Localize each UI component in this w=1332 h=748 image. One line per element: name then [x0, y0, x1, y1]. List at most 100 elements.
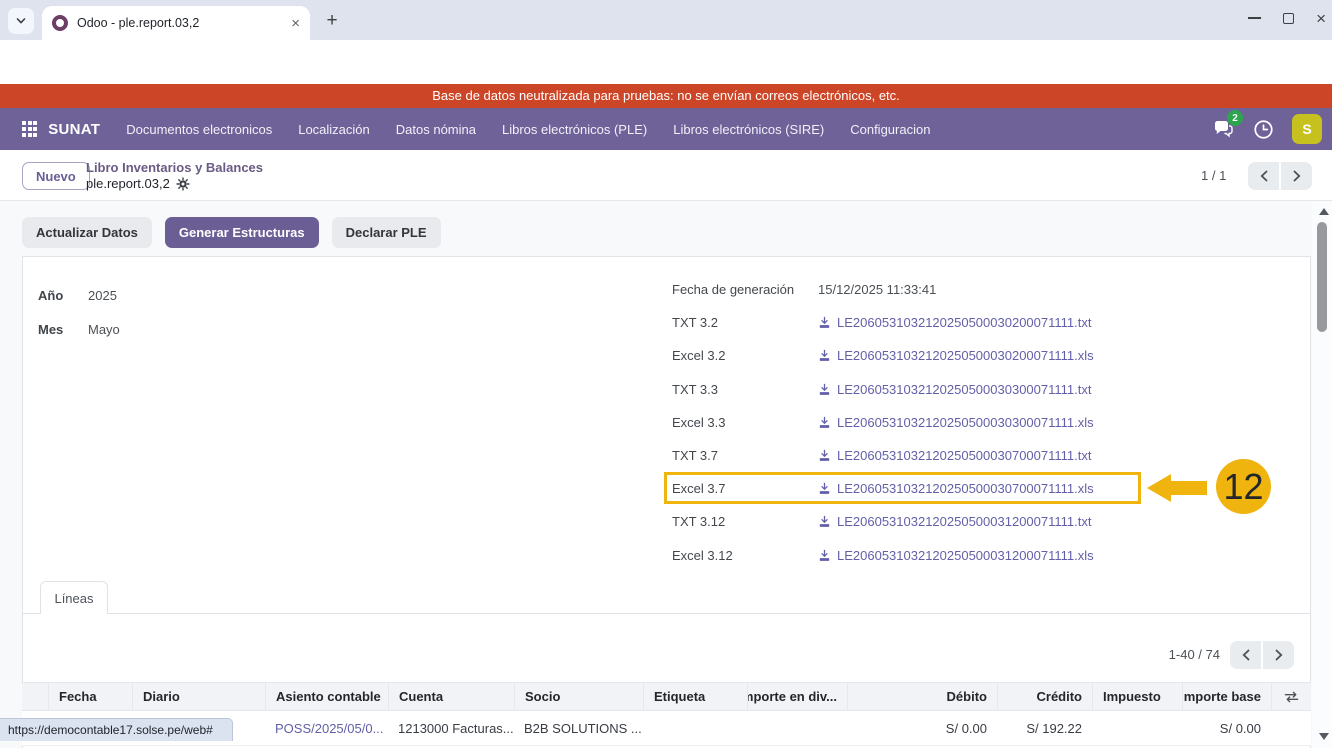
app-brand[interactable]: SUNAT [48, 121, 100, 138]
month-label: Mes [38, 322, 63, 337]
tab-lineas[interactable]: Líneas [40, 581, 108, 614]
menu-libros-electronicos-ple[interactable]: Libros electrónicos (PLE) [502, 122, 647, 137]
record-pager [1248, 162, 1312, 190]
pager-previous-button[interactable] [1248, 162, 1279, 190]
menu-localizacion[interactable]: Localización [298, 122, 370, 137]
cell-importe-en-divisa[interactable] [747, 711, 847, 745]
header-importe-en-divisa[interactable]: Importe en div... [747, 683, 847, 710]
header-select[interactable] [22, 683, 48, 710]
cell-importe-base[interactable]: S/ 0.00 [1182, 711, 1271, 745]
chevron-right-icon [1292, 170, 1302, 182]
generation-date-value: 15/12/2025 11:33:41 [818, 282, 936, 297]
file-download-link[interactable]: LE2060531032120250500030300071111.xls [818, 415, 1094, 430]
header-fecha[interactable]: Fecha [48, 683, 132, 710]
download-file-icon [818, 349, 831, 362]
file-download-link[interactable]: LE2060531032120250500030200071111.xls [818, 348, 1094, 363]
month-value[interactable]: Mayo [88, 322, 120, 337]
apps-grid-icon[interactable] [22, 121, 37, 136]
new-tab-button[interactable]: + [320, 9, 344, 33]
cell-asiento-contable[interactable]: POSS/2025/05/0... [265, 711, 388, 745]
header-cuenta[interactable]: Cuenta [388, 683, 514, 710]
chevron-left-icon [1241, 649, 1251, 661]
declarar-ple-button[interactable]: Declarar PLE [332, 217, 441, 248]
menu-libros-electronicos-sire[interactable]: Libros electrónicos (SIRE) [673, 122, 824, 137]
window-maximize-button[interactable] [1283, 13, 1294, 24]
scrollbar-up-arrow-icon[interactable] [1319, 208, 1329, 215]
file-download-link[interactable]: LE2060531032120250500031200071111.xls [818, 548, 1094, 563]
file-row-excel-33: Excel 3.3 LE2060531032120250500030300071… [672, 406, 1142, 439]
file-row-txt-32: TXT 3.2 LE206053103212025050003020007111… [672, 306, 1142, 339]
menu-datos-nomina[interactable]: Datos nómina [396, 122, 476, 137]
cell-etiqueta[interactable] [643, 711, 747, 745]
generated-files-group: Fecha de generación 15/12/2025 11:33:41 … [672, 273, 1142, 572]
header-diario[interactable]: Diario [132, 683, 265, 710]
cell-credito[interactable]: S/ 192.22 [997, 711, 1092, 745]
file-label: TXT 3.7 [672, 448, 818, 463]
menu-documentos-electronicos[interactable]: Documentos electronicos [126, 122, 272, 137]
breadcrumb[interactable]: Libro Inventarios y Balances [86, 160, 263, 175]
download-file-icon [818, 416, 831, 429]
file-row-txt-37: TXT 3.7 LE206053103212025050003070007111… [672, 439, 1142, 472]
user-avatar[interactable]: S [1292, 114, 1322, 144]
year-label: Año [38, 288, 63, 303]
download-file-icon [818, 383, 831, 396]
file-label: Excel 3.3 [672, 415, 818, 430]
cell-impuesto[interactable] [1092, 711, 1182, 745]
header-socio[interactable]: Socio [514, 683, 643, 710]
cell-socio[interactable]: B2B SOLUTIONS ... [514, 711, 643, 745]
notebook-divider [22, 613, 1311, 614]
file-download-link[interactable]: LE2060531032120250500031200071111.txt [818, 514, 1091, 529]
download-file-icon [818, 549, 831, 562]
generar-estructuras-button[interactable]: Generar Estructuras [165, 217, 319, 248]
year-value[interactable]: 2025 [88, 288, 117, 303]
file-row-excel-312: Excel 3.12 LE206053103212025050003120007… [672, 539, 1142, 572]
tab-title: Odoo - ple.report.03,2 [77, 16, 283, 30]
scrollbar-down-arrow-icon[interactable] [1319, 733, 1329, 740]
header-asiento-contable[interactable]: Asiento contable [265, 683, 388, 710]
menu-configuracion[interactable]: Configuracion [850, 122, 930, 137]
cell-debito[interactable]: S/ 0.00 [847, 711, 997, 745]
header-importe-base[interactable]: Importe base [1182, 683, 1271, 710]
header-etiqueta[interactable]: Etiqueta [643, 683, 747, 710]
cell-actions[interactable] [1271, 711, 1311, 745]
activities-clock-icon[interactable] [1252, 118, 1275, 141]
messages-button[interactable]: 2 [1211, 117, 1235, 141]
lines-pager-next-button[interactable] [1263, 641, 1294, 669]
actualizar-datos-button[interactable]: Actualizar Datos [22, 217, 152, 248]
header-impuesto[interactable]: Impuesto [1092, 683, 1182, 710]
gear-icon[interactable] [176, 177, 190, 191]
status-bar-url: https://democontable17.solse.pe/web# [0, 718, 233, 741]
lines-pager-count: 1-40 / 74 [1140, 647, 1220, 662]
column-settings-button[interactable] [1271, 683, 1311, 710]
lines-pager-previous-button[interactable] [1230, 641, 1261, 669]
screen: Odoo - ple.report.03,2 × + × ← → democon… [0, 0, 1332, 748]
new-record-button[interactable]: Nuevo [22, 162, 90, 190]
browser-tab[interactable]: Odoo - ple.report.03,2 × [42, 6, 310, 40]
tab-search-button[interactable] [8, 8, 34, 34]
file-download-link[interactable]: LE2060531032120250500030200071111.txt [818, 315, 1091, 330]
odoo-favicon-icon [52, 15, 68, 31]
download-file-icon [818, 515, 831, 528]
pager-next-button[interactable] [1281, 162, 1312, 190]
scrollbar-thumb[interactable] [1317, 222, 1327, 332]
file-label: TXT 3.2 [672, 315, 818, 330]
adjust-columns-icon [1284, 690, 1299, 704]
window-close-button[interactable]: × [1316, 10, 1326, 27]
header-credito[interactable]: Crédito [997, 683, 1092, 710]
download-file-icon [818, 316, 831, 329]
file-row-txt-312: TXT 3.12 LE20605310321202505000312000711… [672, 505, 1142, 538]
lines-pager [1230, 641, 1294, 669]
tab-close-icon[interactable]: × [291, 15, 300, 32]
file-download-link[interactable]: LE2060531032120250500030700071111.xls [818, 481, 1094, 496]
header-debito[interactable]: Débito [847, 683, 997, 710]
file-download-link[interactable]: LE2060531032120250500030300071111.txt [818, 382, 1091, 397]
annotation-arrow-icon [1147, 474, 1171, 502]
messages-count-badge: 2 [1227, 110, 1243, 126]
file-row-excel-37-highlighted: Excel 3.7 LE2060531032120250500030700071… [672, 472, 1142, 505]
window-minimize-button[interactable] [1248, 17, 1261, 19]
cell-cuenta[interactable]: 1213000 Facturas... [388, 711, 514, 745]
file-row-txt-33: TXT 3.3 LE206053103212025050003030007111… [672, 373, 1142, 406]
file-download-link[interactable]: LE2060531032120250500030700071111.txt [818, 448, 1091, 463]
lines-table-header: Fecha Diario Asiento contable Cuenta Soc… [22, 682, 1311, 711]
generation-date-row: Fecha de generación 15/12/2025 11:33:41 [672, 273, 1142, 306]
